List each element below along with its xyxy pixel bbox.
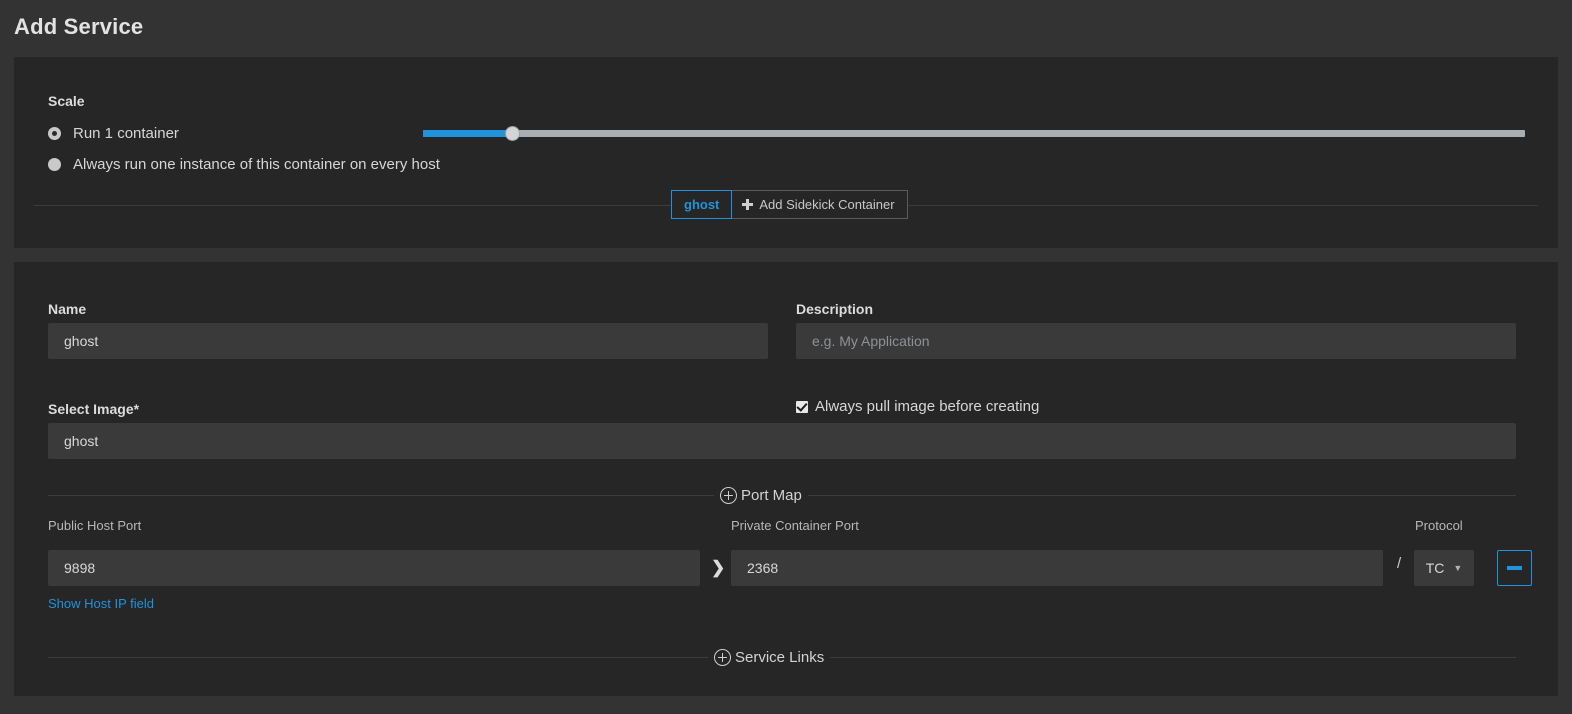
private-container-port-input[interactable]: [731, 550, 1383, 586]
protocol-label: Protocol: [1415, 518, 1463, 533]
select-image-input[interactable]: [48, 423, 1516, 459]
port-map-section-divider: Port Map: [48, 484, 1516, 506]
scale-option-label: Always run one instance of this containe…: [73, 156, 440, 173]
radio-run-containers[interactable]: [48, 127, 61, 140]
add-port-map-button[interactable]: Port Map: [714, 486, 808, 504]
name-input[interactable]: [48, 323, 768, 359]
protocol-value: TC: [1425, 560, 1445, 576]
radio-every-host[interactable]: [48, 158, 61, 171]
divider-line-left: [48, 494, 714, 496]
divider-line-right: [807, 494, 1516, 496]
description-input[interactable]: [796, 323, 1516, 359]
tab-ghost[interactable]: ghost: [671, 190, 733, 219]
chevron-down-icon: ▼: [1453, 563, 1463, 573]
remove-port-map-button[interactable]: [1497, 550, 1532, 586]
circle-plus-icon: [714, 648, 731, 666]
scale-option-run-containers[interactable]: Run 1 container: [48, 125, 179, 142]
add-service-link-button[interactable]: Service Links: [708, 648, 830, 666]
slider-thumb[interactable]: [505, 126, 520, 141]
service-config-panel: Name Description Select Image* Always pu…: [14, 262, 1558, 696]
divider-line-right: [830, 656, 1516, 658]
scale-option-label: Run 1 container: [73, 125, 179, 142]
private-container-port-label: Private Container Port: [731, 518, 859, 533]
add-sidekick-label: Add Sidekick Container: [759, 197, 895, 212]
service-links-section-divider: Service Links: [48, 646, 1516, 668]
show-host-ip-field-link[interactable]: Show Host IP field: [48, 596, 154, 611]
chevron-right-icon: ❯: [711, 558, 726, 577]
add-service-page: Add Service Scale Run 1 container Always…: [0, 0, 1572, 714]
circle-plus-icon: [720, 486, 737, 504]
add-sidekick-container-button[interactable]: Add Sidekick Container: [732, 190, 908, 219]
scale-option-every-host[interactable]: Always run one instance of this containe…: [48, 156, 440, 173]
tab-ghost-label: ghost: [684, 197, 720, 212]
always-pull-label: Always pull image before creating: [815, 398, 1040, 415]
sidekick-tabs: ghost Add Sidekick Container: [671, 190, 908, 219]
name-label: Name: [48, 301, 87, 317]
description-label: Description: [796, 301, 874, 317]
public-host-port-label: Public Host Port: [48, 518, 142, 533]
scale-panel: Scale Run 1 container Always run one ins…: [14, 57, 1558, 248]
select-image-label: Select Image*: [48, 401, 140, 417]
service-links-label: Service Links: [735, 648, 825, 666]
always-pull-image-row[interactable]: Always pull image before creating: [796, 398, 1039, 415]
port-separator-slash: /: [1397, 555, 1402, 572]
divider-line-left: [48, 656, 708, 658]
port-map-label: Port Map: [741, 486, 802, 504]
scale-slider[interactable]: [423, 124, 1525, 142]
public-host-port-input[interactable]: [48, 550, 700, 586]
scale-section-label: Scale: [48, 93, 85, 109]
plus-icon: [742, 199, 754, 210]
page-title: Add Service: [14, 14, 144, 39]
always-pull-checkbox[interactable]: [796, 400, 808, 413]
minus-icon: [1507, 566, 1522, 570]
slider-track[interactable]: [423, 130, 1525, 137]
slider-fill: [423, 130, 517, 137]
protocol-select[interactable]: TC ▼: [1414, 550, 1474, 586]
